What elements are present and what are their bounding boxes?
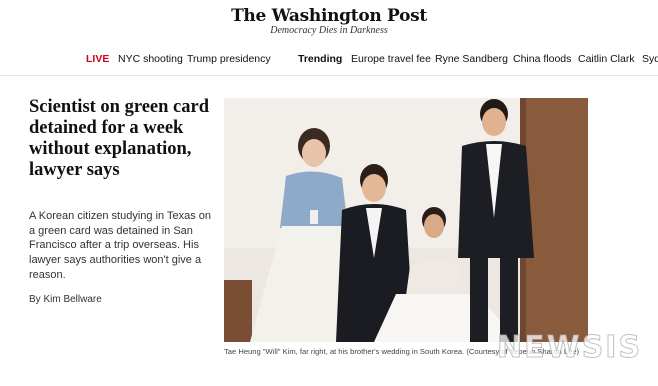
trending-label: Trending — [298, 53, 343, 65]
trending-link-ryne-sandberg[interactable]: Ryne Sandberg — [435, 53, 508, 65]
nav-live-link[interactable]: LIVE — [86, 53, 109, 65]
byline-prefix: By — [29, 294, 41, 305]
nav-link-trump-presidency[interactable]: Trump presidency — [187, 53, 271, 65]
wedding-photo-illustration — [224, 98, 588, 342]
site-tagline: Democracy Dies in Darkness — [270, 25, 388, 36]
top-nav: LIVE NYC shooting Trump presidency Trend… — [0, 48, 658, 72]
watermark-logo: NEWSIS — [496, 330, 643, 366]
trending-link-europe-travel-fee[interactable]: Europe travel fee — [351, 53, 431, 65]
article-summary: A Korean citizen studying in Texas on a … — [29, 210, 212, 281]
trending-link-china-floods[interactable]: China floods — [513, 53, 571, 65]
site-logo[interactable]: The Washington Post — [0, 6, 658, 26]
article-photo[interactable] — [224, 98, 588, 342]
nav-divider — [0, 75, 658, 76]
nav-link-nyc-shooting[interactable]: NYC shooting — [118, 53, 183, 65]
masthead: The Washington Post Democracy Dies in Da… — [0, 0, 658, 44]
article-headline[interactable]: Scientist on green card detained for a w… — [29, 97, 209, 181]
byline-author-link[interactable]: Kim Bellware — [43, 294, 101, 305]
trending-link-truncated[interactable]: Syd — [642, 53, 658, 65]
article-byline: By Kim Bellware — [29, 294, 102, 305]
trending-link-caitlin-clark[interactable]: Caitlin Clark — [578, 53, 635, 65]
